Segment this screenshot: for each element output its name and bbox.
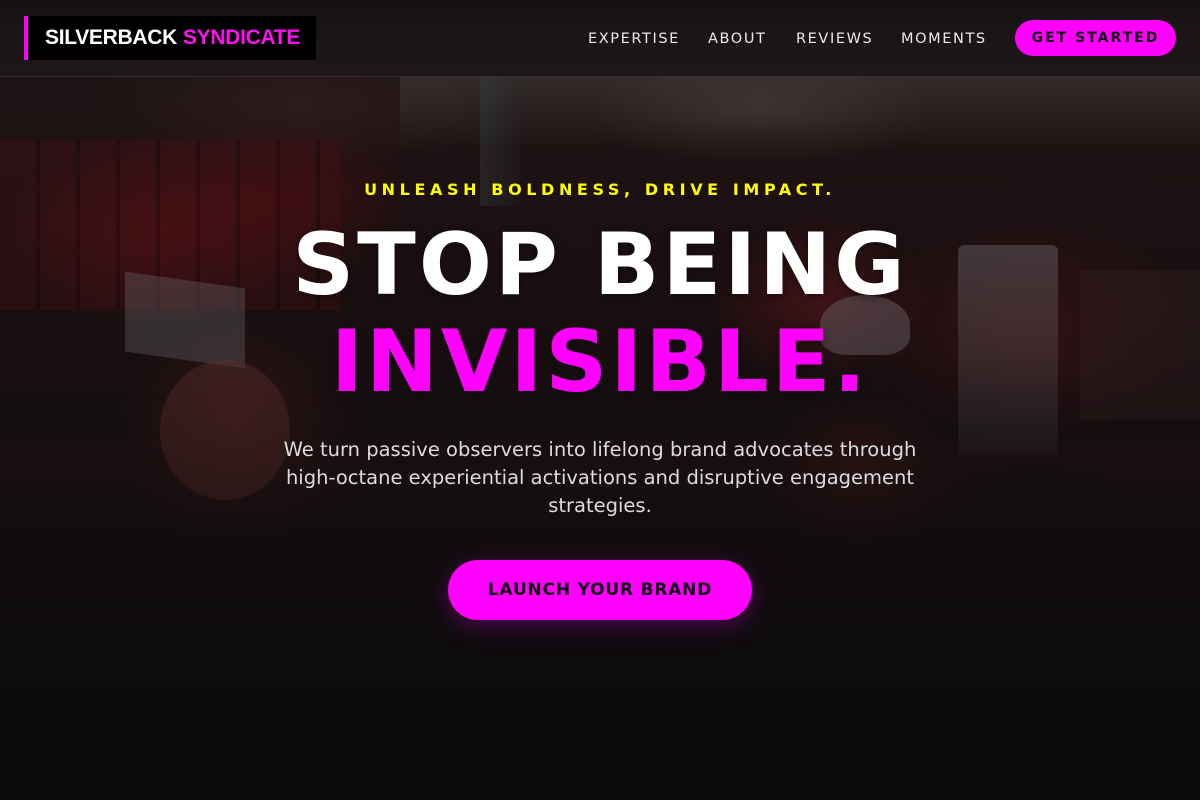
hero-subtext: We turn passive observers into lifelong …	[283, 438, 917, 517]
logo-word-2: SYNDICATE	[182, 26, 301, 49]
get-started-button[interactable]: GET STARTED	[1015, 20, 1176, 56]
nav-link-expertise[interactable]: EXPERTISE	[588, 31, 680, 47]
hero-eyebrow: UNLEASH BOLDNESS, DRIVE IMPACT.	[364, 180, 836, 199]
nav-link-reviews[interactable]: REVIEWS	[796, 31, 873, 47]
site-header: SILVERBACK SYNDICATE EXPERTISE ABOUT REV…	[0, 0, 1200, 77]
hero-content: UNLEASH BOLDNESS, DRIVE IMPACT. STOP BEI…	[0, 0, 1200, 800]
brand-logo[interactable]: SILVERBACK SYNDICATE	[24, 16, 317, 60]
launch-brand-button[interactable]: LAUNCH YOUR BRAND	[448, 560, 752, 620]
hero-headline-line1: STOP BEING	[292, 215, 908, 315]
hero-headline-line2: INVISIBLE.	[330, 312, 870, 412]
hero-section: UNLEASH BOLDNESS, DRIVE IMPACT. STOP BEI…	[0, 0, 1200, 800]
nav-link-moments[interactable]: MOMENTS	[901, 31, 987, 47]
logo-word-1: SILVERBACK	[45, 26, 177, 49]
nav-link-about[interactable]: ABOUT	[708, 31, 767, 47]
